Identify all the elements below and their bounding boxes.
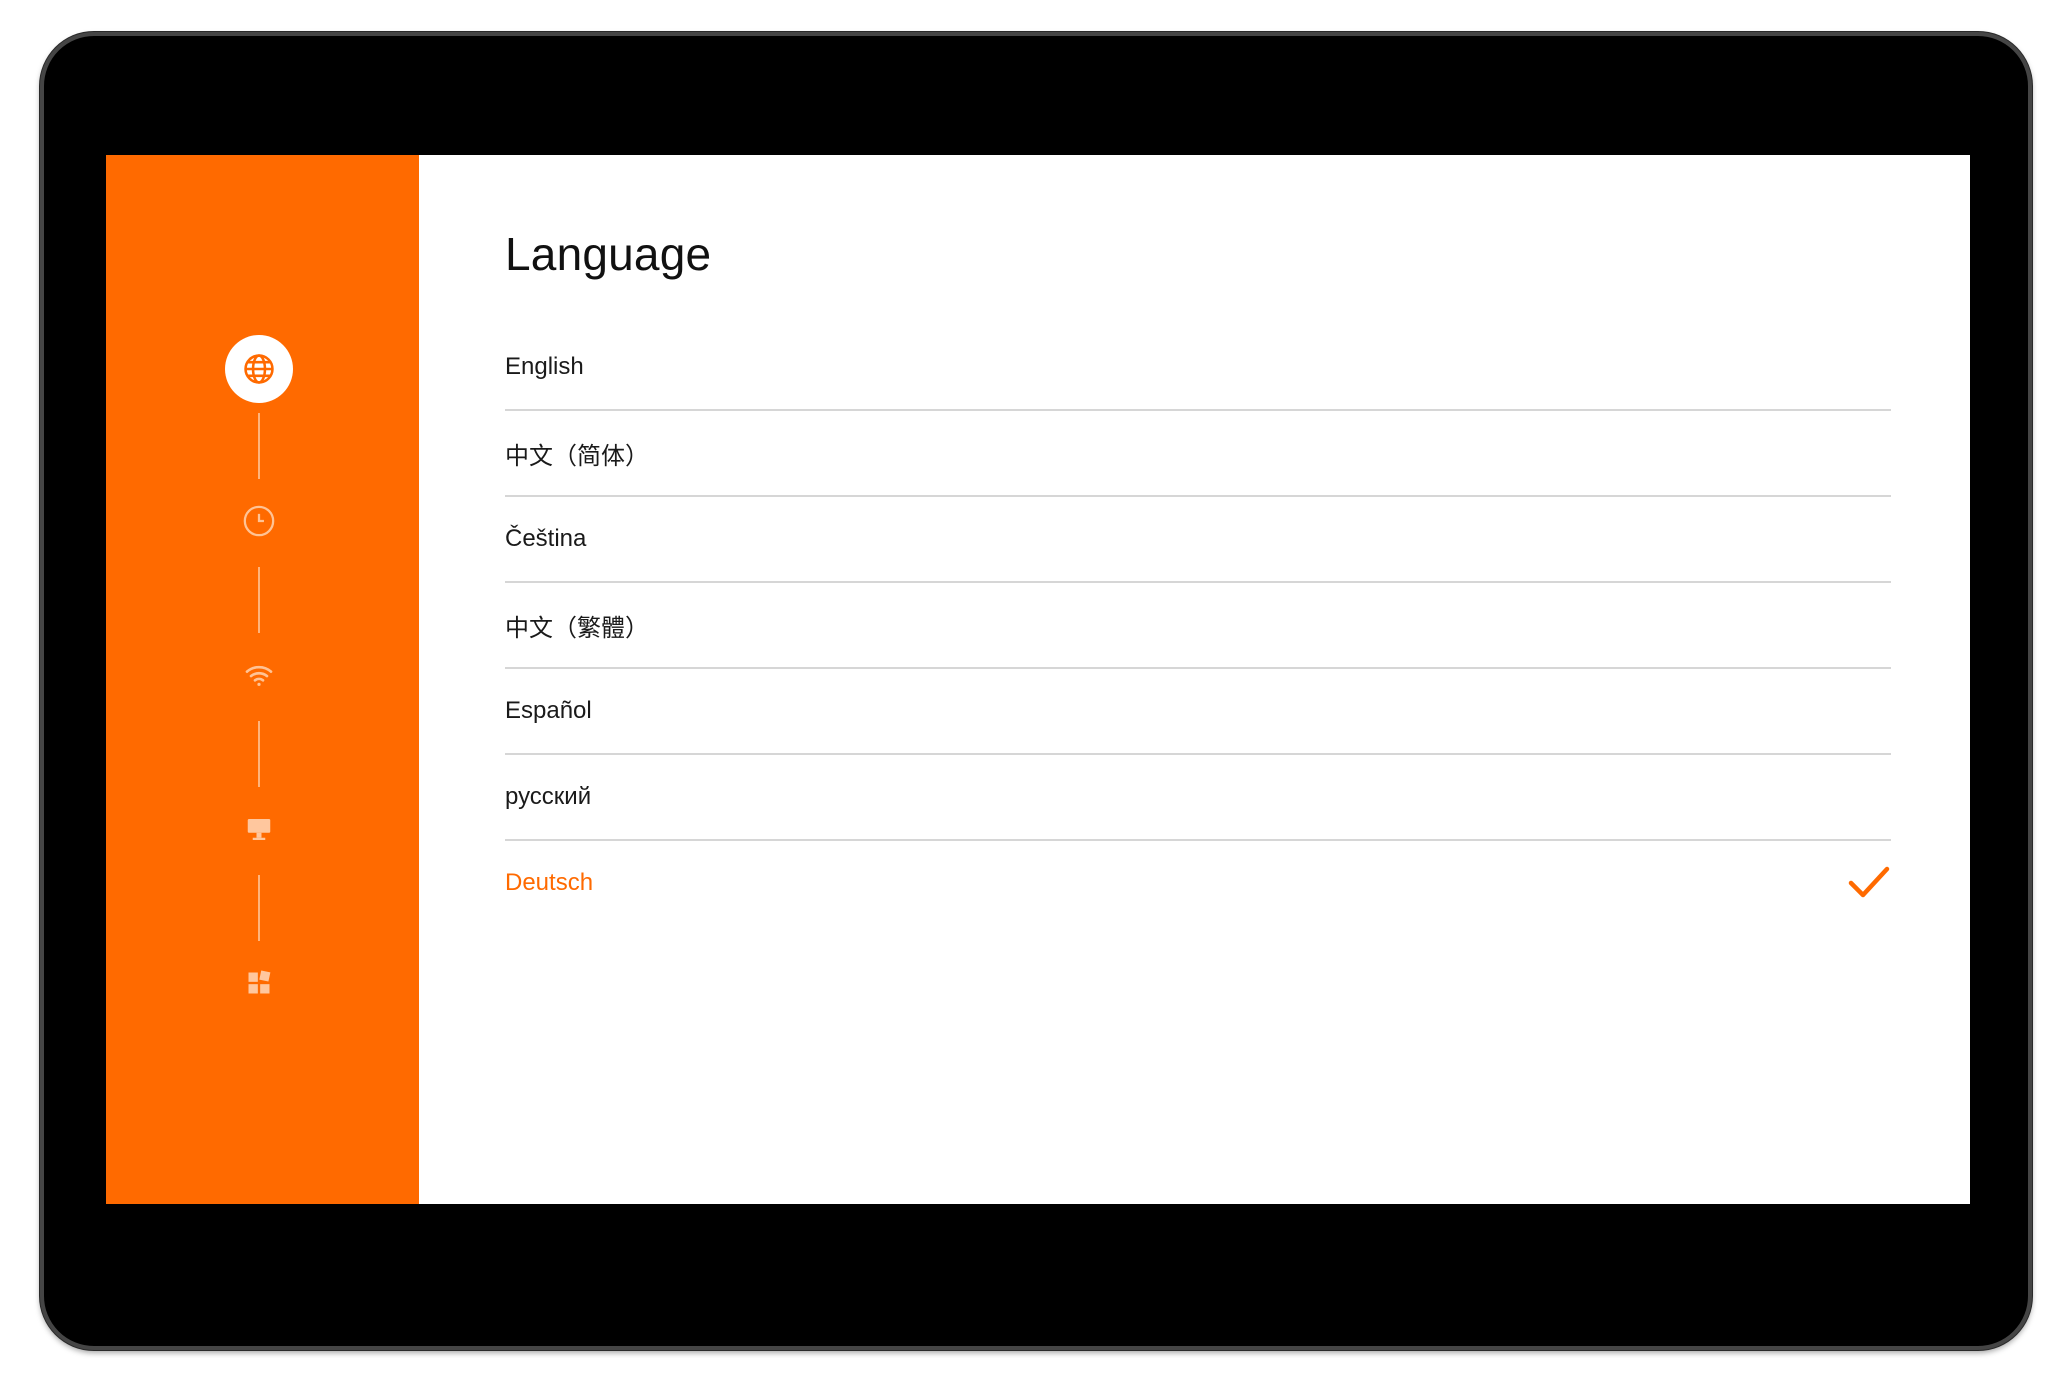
language-option-chinese-simplified[interactable]: 中文（简体） <box>505 411 1891 497</box>
language-option-czech[interactable]: Čeština <box>505 497 1891 583</box>
page: Language English 中文（简体） Čeština 中文（繁體） E… <box>0 0 2064 1390</box>
language-label: Deutsch <box>505 869 594 896</box>
language-label: Čeština <box>505 525 587 552</box>
step-connector <box>258 721 260 787</box>
language-option-german[interactable]: Deutsch <box>505 841 1891 925</box>
step-display[interactable] <box>233 803 285 855</box>
step-wifi[interactable] <box>233 649 285 701</box>
language-list: English 中文（简体） Čeština 中文（繁體） Español ру… <box>505 325 1891 925</box>
language-label: 中文（简体） <box>505 442 649 470</box>
apps-grid-icon <box>248 970 271 994</box>
language-option-chinese-traditional[interactable]: 中文（繁體） <box>505 583 1891 669</box>
clock-icon <box>243 505 275 537</box>
step-connector <box>258 875 260 941</box>
language-label: русский <box>505 783 592 810</box>
globe-icon <box>244 354 274 384</box>
language-panel: Language English 中文（简体） Čeština 中文（繁體） E… <box>419 155 1970 1204</box>
step-time[interactable] <box>233 495 285 547</box>
language-option-russian[interactable]: русский <box>505 755 1891 841</box>
language-label: 中文（繁體） <box>505 614 649 642</box>
page-title: Language <box>505 228 712 280</box>
step-apps[interactable] <box>233 957 285 1009</box>
language-label: Español <box>505 697 592 724</box>
display-icon <box>247 819 271 840</box>
step-connector <box>258 413 260 479</box>
language-label: English <box>505 353 584 380</box>
step-language[interactable] <box>225 335 293 403</box>
language-option-english[interactable]: English <box>505 325 1891 411</box>
setup-steps-sidebar <box>106 155 419 1204</box>
setup-screen: Language English 中文（简体） Čeština 中文（繁體） E… <box>106 155 1970 1204</box>
checkmark-icon <box>1848 866 1890 898</box>
step-connector <box>258 567 260 633</box>
language-option-spanish[interactable]: Español <box>505 669 1891 755</box>
wifi-icon <box>245 665 273 686</box>
